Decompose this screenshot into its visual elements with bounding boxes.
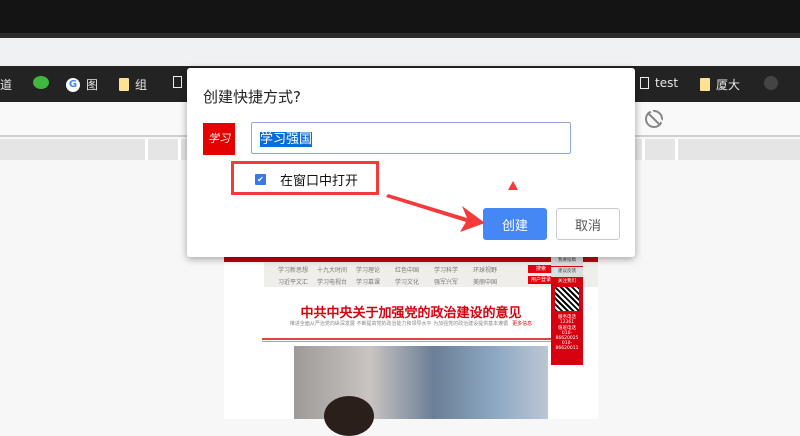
nav-link[interactable]: 学习科学 — [434, 265, 473, 274]
bookmark-item[interactable] — [173, 76, 182, 88]
google-icon: G — [66, 77, 80, 92]
side-item[interactable]: 我要投稿 — [551, 256, 583, 266]
site-side-panel: 我要投稿 建议反馈 关注我们 服务电话 12361 值班电话 010-86620… — [551, 256, 583, 365]
cancel-button[interactable]: 取消 — [556, 208, 620, 240]
bookmark-label: 厦大 — [716, 78, 741, 92]
more-link[interactable]: 更多信息 — [512, 321, 532, 327]
bookmark-label: 图 — [86, 78, 99, 92]
nav-link[interactable]: 习近平文汇 — [278, 277, 317, 286]
qr-code — [555, 287, 579, 311]
page-icon — [640, 77, 649, 89]
nav-link[interactable]: 学习新思想 — [278, 265, 317, 274]
bookmark-item[interactable] — [33, 76, 49, 89]
folder-icon — [700, 78, 710, 91]
divider — [642, 139, 645, 160]
bookmark-label: 道 — [0, 78, 13, 92]
checkbox-label[interactable]: 在窗口中打开 — [280, 170, 358, 189]
side-item[interactable]: 建议反馈 — [551, 267, 583, 277]
bookmark-item[interactable]: 组 — [119, 76, 147, 93]
shortcut-name-input[interactable]: 学习强国 — [251, 122, 571, 154]
page-icon — [173, 76, 182, 88]
nav-link[interactable]: 十九大时间 — [317, 265, 356, 274]
bookmark-item[interactable]: 道 — [0, 76, 12, 93]
nav-link[interactable]: 美丽中国 — [473, 277, 512, 286]
dialog-title: 创建快捷方式? — [203, 88, 301, 106]
create-button[interactable]: 创建 — [483, 208, 547, 240]
nav-link[interactable]: 学习文化 — [395, 277, 434, 286]
open-in-window-highlight: ✔ 在窗口中打开 — [231, 161, 379, 195]
nav-link[interactable]: 学习电视台 — [317, 277, 356, 286]
window-title-bar — [0, 0, 800, 33]
divider-line — [262, 338, 562, 342]
extension-icon — [764, 76, 778, 90]
side-value: 010-86620025 — [555, 331, 579, 341]
side-value: 010-86620011 — [555, 341, 579, 351]
divider — [145, 139, 148, 160]
site-nav: 学习新思想 十九大时间 学习理论 红色中国 学习科学 环球视野 习近平文汇 学习… — [264, 262, 598, 287]
nav-link[interactable]: 学习理论 — [356, 265, 395, 274]
name-selected-text: 学习强国 — [260, 132, 313, 147]
app-icon: 学习 — [203, 123, 235, 155]
side-label: 关注我们 — [558, 279, 576, 284]
nav-link[interactable]: 强军兴军 — [434, 277, 473, 286]
nav-link[interactable]: 环球视野 — [473, 265, 512, 274]
open-in-window-checkbox[interactable]: ✔ — [255, 174, 266, 185]
create-shortcut-dialog: 创建快捷方式? 学习 学习强国 ✔ 在窗口中打开 创建 取消 — [187, 68, 635, 257]
wechat-icon — [33, 76, 49, 89]
bookmark-item[interactable] — [764, 76, 778, 90]
bookmark-label: test — [655, 76, 679, 90]
address-bar[interactable] — [0, 38, 800, 66]
nav-link[interactable]: 学习慕课 — [356, 277, 395, 286]
subheadline: 推进全面从严治党向纵深发展 不断提高党的政治能力和领导水平 为加强党的政治建设提… — [224, 320, 598, 327]
divider — [675, 139, 678, 160]
bookmark-label: 组 — [135, 78, 148, 92]
news-photo[interactable] — [294, 346, 548, 436]
bookmark-item[interactable]: 厦大 — [700, 76, 740, 93]
divider — [178, 139, 181, 160]
headline[interactable]: 中共中央关于加强党的政治建设的意见 — [224, 302, 598, 321]
bookmark-item[interactable]: G图 — [66, 76, 98, 93]
nav-link[interactable]: 红色中国 — [395, 265, 434, 274]
bookmark-item[interactable]: test — [640, 76, 678, 90]
folder-icon — [119, 78, 129, 91]
webpage-preview: 学习新思想 十九大时间 学习理论 红色中国 学习科学 环球视野 习近平文汇 学习… — [224, 256, 598, 436]
subheadline-text: 推进全面从严治党向纵深发展 不断提高党的政治能力和领导水平 为加强党的政治建设提… — [289, 321, 509, 327]
